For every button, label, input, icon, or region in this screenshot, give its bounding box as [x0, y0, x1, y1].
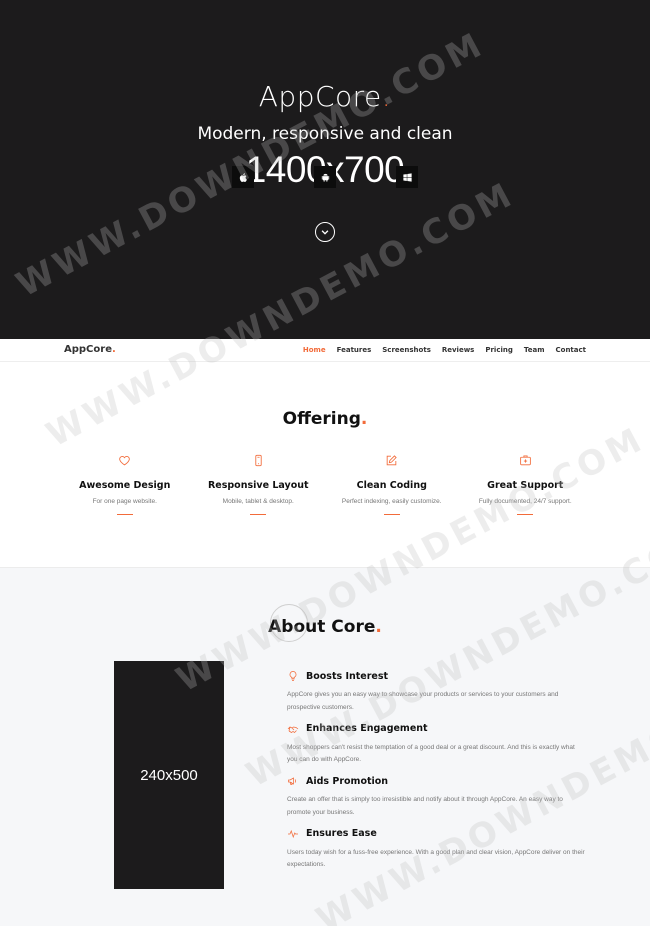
nav-logo[interactable]: AppCore.: [64, 344, 116, 355]
about-item-title: Boosts Interest: [306, 670, 389, 682]
feature-divider: [116, 514, 133, 515]
feature-divider: [517, 514, 534, 515]
apple-icon[interactable]: [232, 166, 254, 188]
hero-title: AppCore.: [258, 80, 392, 113]
feature-list: Awesome Design For one page website. Res…: [58, 454, 592, 515]
feature-item: Awesome Design For one page website.: [58, 454, 192, 515]
about-item-text: Create an offer that is simply too irres…: [287, 796, 563, 816]
feature-title: Clean Coding: [356, 480, 427, 491]
first-aid-icon: [519, 455, 531, 466]
about-item: Boosts Interest AppCore gives you an eas…: [287, 668, 587, 721]
about-list: Boosts Interest AppCore gives you an eas…: [287, 668, 587, 878]
hero-section: AppCore. Modern, responsive and clean 14…: [0, 0, 650, 339]
handshake-icon: [287, 726, 299, 733]
about-item-text: Users today wish for a fuss-free experie…: [287, 848, 585, 869]
about-item: Aids Promotion Create an offer that is s…: [287, 773, 587, 826]
scroll-down-button[interactable]: [315, 222, 335, 242]
nav-link-home[interactable]: Home: [303, 346, 326, 354]
about-item-text: AppCore gives you an easy way to showcas…: [287, 691, 559, 711]
feature-text: Mobile, tablet & desktop.: [222, 498, 294, 505]
nav-link-pricing[interactable]: Pricing: [485, 346, 513, 354]
hero-subtitle: Modern, responsive and clean: [197, 124, 453, 144]
feature-title: Awesome Design: [79, 480, 171, 491]
nav-link-screenshots[interactable]: Screenshots: [382, 346, 431, 354]
nav-link-reviews[interactable]: Reviews: [442, 346, 474, 354]
offering-title: Offering.: [282, 409, 368, 429]
heart-icon: [119, 456, 130, 466]
phone-image-placeholder: 240x500: [114, 661, 224, 889]
about-item-title: Aids Promotion: [306, 775, 389, 787]
chevron-down-icon: [321, 230, 329, 235]
android-icon[interactable]: [314, 166, 336, 188]
feature-text: Fully documented, 24/7 support.: [478, 498, 572, 505]
about-item-title: Ensures Ease: [306, 828, 377, 839]
about-title: About Core.: [268, 617, 382, 637]
feature-item: Clean Coding Perfect indexing, easily cu…: [325, 454, 459, 515]
feature-item: Great Support Fully documented, 24/7 sup…: [459, 454, 593, 515]
megaphone-icon: [288, 777, 297, 785]
bulb-icon: [289, 671, 297, 681]
navbar: AppCore. Home Features Screenshots Revie…: [0, 339, 650, 362]
feature-item: Responsive Layout Mobile, tablet & deskt…: [192, 454, 326, 515]
nav-link-features[interactable]: Features: [337, 346, 372, 354]
about-item: Enhances Engagement Most shoppers can't …: [287, 721, 587, 774]
nav-link-team[interactable]: Team: [524, 346, 545, 354]
about-section: About Core. 240x500 Boosts Interest AppC…: [0, 568, 650, 926]
nav-links: Home Features Screenshots Reviews Pricin…: [303, 346, 586, 354]
mobile-icon: [255, 454, 262, 467]
feature-title: Great Support: [487, 480, 564, 491]
feature-divider: [383, 514, 400, 515]
about-item-title: Enhances Engagement: [306, 723, 428, 734]
windows-icon[interactable]: [396, 166, 418, 188]
about-item-text: Most shoppers can't resist the temptatio…: [287, 743, 575, 764]
feature-text: For one page website.: [92, 498, 157, 505]
feature-divider: [250, 514, 267, 515]
about-item: Ensures Ease Users today wish for a fuss…: [287, 826, 587, 879]
feature-text: Perfect indexing, easily customize.: [341, 498, 442, 505]
edit-icon: [386, 455, 397, 466]
pulse-icon: [288, 829, 298, 838]
offering-section: Offering. Awesome Design For one page we…: [0, 362, 650, 568]
feature-title: Responsive Layout: [207, 480, 309, 491]
nav-link-contact[interactable]: Contact: [556, 346, 587, 354]
